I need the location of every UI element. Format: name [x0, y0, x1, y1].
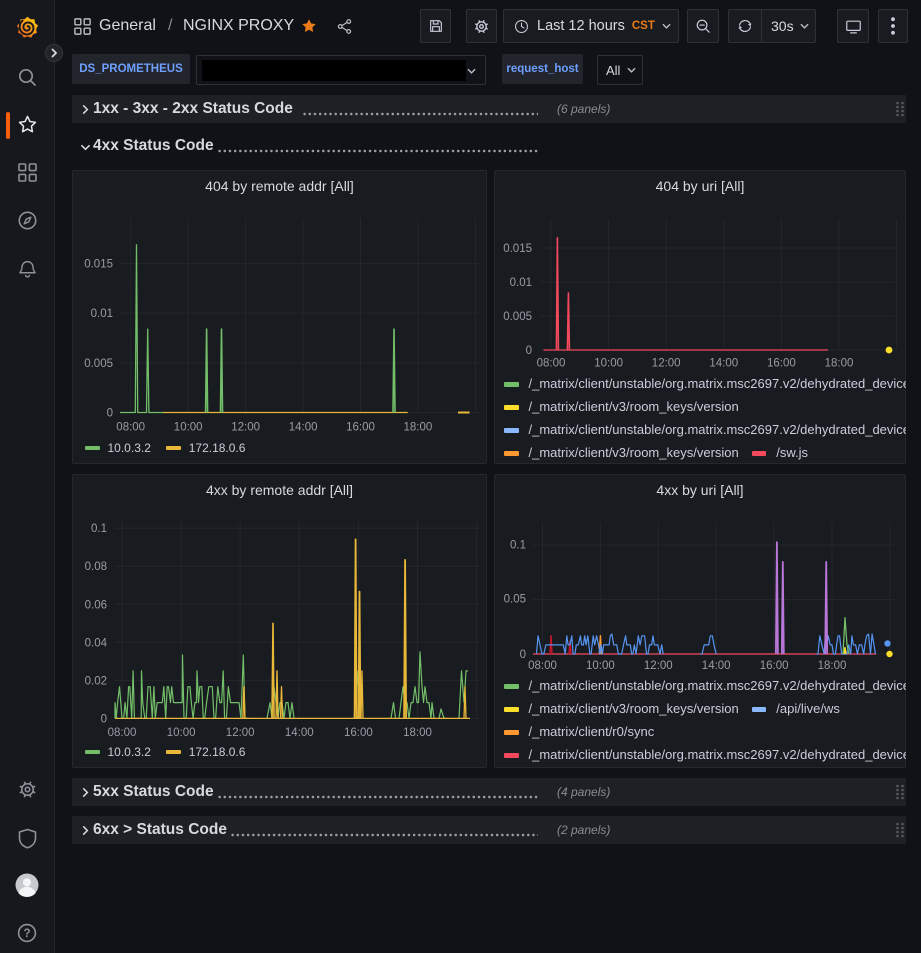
svg-text:10:00: 10:00: [586, 660, 615, 672]
svg-text:14:00: 14:00: [709, 358, 738, 370]
svg-text:0.04: 0.04: [85, 637, 108, 649]
svg-text:12:00: 12:00: [231, 422, 260, 434]
svg-text:0: 0: [101, 713, 107, 725]
svg-text:16:00: 16:00: [767, 358, 796, 370]
svg-text:10:00: 10:00: [167, 727, 196, 739]
svg-text:0.01: 0.01: [91, 308, 113, 320]
svg-text:0.005: 0.005: [503, 311, 532, 323]
svg-text:0: 0: [107, 408, 113, 420]
svg-text:08:00: 08:00: [108, 727, 137, 739]
svg-text:0: 0: [526, 345, 532, 357]
svg-text:0.08: 0.08: [85, 561, 107, 573]
svg-text:0.06: 0.06: [85, 599, 107, 611]
svg-text:14:00: 14:00: [702, 660, 731, 672]
svg-text:14:00: 14:00: [289, 422, 318, 434]
svg-text:10:00: 10:00: [174, 422, 203, 434]
svg-text:0.005: 0.005: [84, 358, 113, 370]
svg-text:16:00: 16:00: [344, 727, 373, 739]
svg-text:10:00: 10:00: [594, 358, 623, 370]
svg-text:0.05: 0.05: [504, 594, 526, 606]
svg-text:18:00: 18:00: [818, 660, 847, 672]
svg-text:08:00: 08:00: [537, 358, 566, 370]
svg-text:18:00: 18:00: [825, 358, 854, 370]
svg-text:12:00: 12:00: [644, 660, 673, 672]
svg-text:16:00: 16:00: [346, 422, 375, 434]
svg-text:14:00: 14:00: [285, 727, 314, 739]
svg-text:?: ?: [23, 928, 30, 940]
svg-text:16:00: 16:00: [760, 660, 789, 672]
svg-text:08:00: 08:00: [528, 660, 557, 672]
svg-text:0.015: 0.015: [84, 258, 113, 270]
svg-text:18:00: 18:00: [404, 422, 433, 434]
svg-text:18:00: 18:00: [403, 727, 432, 739]
svg-text:0.1: 0.1: [510, 540, 526, 552]
svg-text:0.01: 0.01: [510, 277, 532, 289]
svg-text:08:00: 08:00: [116, 422, 145, 434]
svg-text:0.015: 0.015: [503, 243, 532, 255]
svg-text:0.1: 0.1: [91, 523, 107, 535]
svg-text:0: 0: [520, 649, 526, 661]
svg-text:12:00: 12:00: [226, 727, 255, 739]
svg-text:12:00: 12:00: [652, 358, 681, 370]
svg-text:0.02: 0.02: [85, 675, 107, 687]
